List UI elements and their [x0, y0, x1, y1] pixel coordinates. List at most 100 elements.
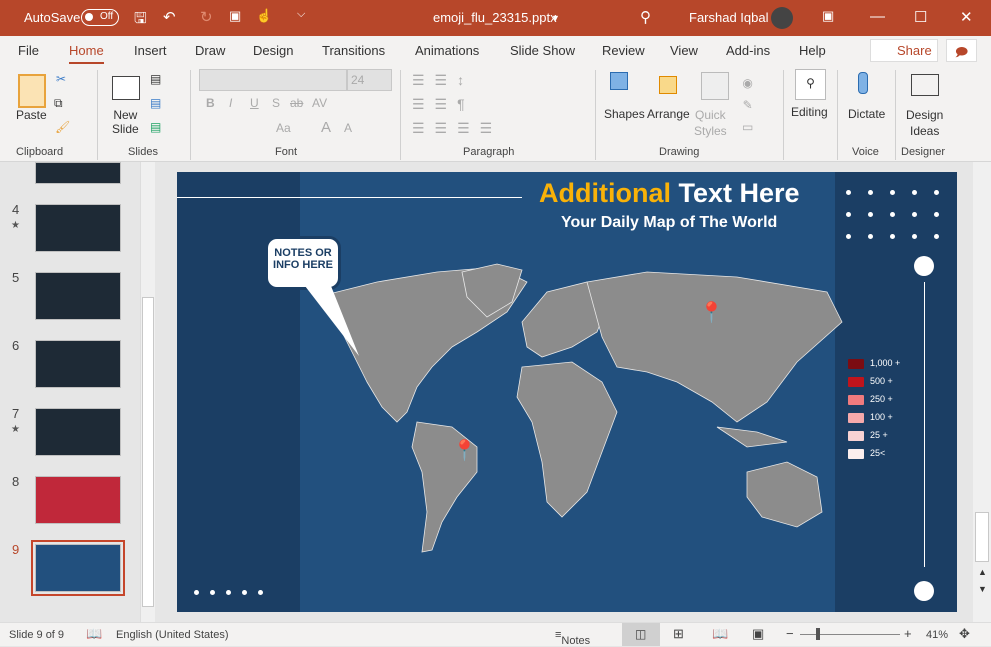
- slide-sorter-icon[interactable]: ⊞: [673, 626, 684, 642]
- zoom-slider[interactable]: [800, 634, 900, 635]
- paste-icon[interactable]: [18, 74, 46, 108]
- slide-thumbnail-9[interactable]: [31, 540, 125, 596]
- animation-star-icon: ★: [11, 220, 20, 231]
- spacing-button[interactable]: AV: [312, 96, 327, 110]
- new-slide-button[interactable]: New Slide: [112, 108, 139, 136]
- tab-view[interactable]: View: [670, 43, 698, 58]
- touch-mode-icon[interactable]: ☝: [256, 8, 272, 24]
- maximize-icon[interactable]: ☐: [914, 8, 927, 26]
- align-icons[interactable]: ☰☰☰☰: [412, 120, 502, 137]
- previous-slide-icon[interactable]: ▲: [978, 567, 987, 577]
- slide-show-icon[interactable]: ▣: [752, 626, 764, 642]
- editing-button[interactable]: Editing: [791, 105, 828, 119]
- minimize-icon[interactable]: —: [870, 8, 885, 25]
- shapes-icon[interactable]: [610, 72, 628, 90]
- tab-slide-show[interactable]: Slide Show: [510, 43, 575, 58]
- slide-number: 7: [12, 406, 20, 421]
- comments-button[interactable]: 🗩: [946, 39, 977, 62]
- tab-help[interactable]: Help: [799, 43, 826, 58]
- section-icon[interactable]: ▤: [150, 120, 161, 134]
- indent-icons[interactable]: ☰☰¶: [412, 96, 475, 113]
- italic-button[interactable]: I: [229, 96, 232, 110]
- autosave-label: AutoSave: [24, 10, 81, 25]
- dictate-button[interactable]: Dictate: [848, 107, 885, 121]
- zoom-level[interactable]: 41%: [926, 629, 948, 641]
- tab-design[interactable]: Design: [253, 43, 293, 58]
- user-name[interactable]: Farshad Iqbal: [689, 10, 769, 25]
- tab-home[interactable]: Home: [69, 43, 104, 64]
- next-slide-icon[interactable]: ▼: [978, 584, 987, 594]
- change-case-button[interactable]: Aa: [276, 121, 291, 135]
- present-icon[interactable]: ▣: [229, 8, 241, 24]
- slide-thumbnail[interactable]: [35, 162, 121, 184]
- avatar[interactable]: [771, 7, 793, 29]
- bold-button[interactable]: B: [206, 96, 215, 110]
- tab-draw[interactable]: Draw: [195, 43, 225, 58]
- shadow-button[interactable]: S: [272, 96, 280, 110]
- strikethrough-button[interactable]: ab: [290, 96, 303, 110]
- quick-styles-icon[interactable]: [701, 72, 729, 100]
- search-icon[interactable]: ⚲: [640, 8, 651, 26]
- arrange-icon[interactable]: [659, 76, 677, 94]
- tab-review[interactable]: Review: [602, 43, 645, 58]
- format-painter-icon[interactable]: 🖌: [55, 120, 70, 134]
- fit-to-window-icon[interactable]: ✥: [959, 626, 970, 642]
- shrink-font-button[interactable]: A: [344, 121, 352, 135]
- paste-button[interactable]: Paste: [16, 108, 47, 122]
- slide-thumbnail-7[interactable]: [35, 408, 121, 456]
- cut-icon[interactable]: ✂: [56, 72, 66, 86]
- font-name-field[interactable]: [199, 69, 347, 91]
- callout-bubble[interactable]: NOTES OR INFO HERE: [265, 236, 341, 290]
- close-icon[interactable]: ✕: [960, 8, 973, 26]
- tab-transitions[interactable]: Transitions: [322, 43, 385, 58]
- design-ideas-button[interactable]: Design Ideas: [906, 107, 943, 139]
- search-icon[interactable]: ⚲: [795, 69, 826, 100]
- slide-scrollbar[interactable]: ▲ ▼: [973, 162, 991, 622]
- microphone-icon[interactable]: [858, 72, 868, 94]
- redo-icon[interactable]: ↻: [200, 8, 213, 26]
- share-button[interactable]: Share: [870, 39, 938, 62]
- chevron-down-icon[interactable]: ▼: [551, 13, 560, 23]
- zoom-in-button[interactable]: +: [904, 626, 912, 641]
- copy-icon[interactable]: ⧉: [54, 96, 63, 111]
- design-ideas-icon[interactable]: [911, 74, 939, 96]
- slide-thumbnail-8[interactable]: [35, 476, 121, 524]
- quick-styles-button[interactable]: Quick Styles: [694, 107, 727, 139]
- autosave-toggle[interactable]: Off: [81, 9, 119, 26]
- layout-icon[interactable]: ▤: [150, 72, 161, 86]
- scrollbar-thumb[interactable]: [975, 512, 989, 562]
- zoom-out-button[interactable]: −: [786, 626, 794, 641]
- arrange-button[interactable]: Arrange: [647, 107, 690, 121]
- tab-add-ins[interactable]: Add-ins: [726, 43, 770, 58]
- shapes-button[interactable]: Shapes: [604, 107, 645, 121]
- language[interactable]: English (United States): [116, 629, 229, 641]
- notes-button[interactable]: ≡ Notes: [555, 629, 590, 647]
- spelling-icon[interactable]: 📖: [86, 626, 102, 642]
- tab-insert[interactable]: Insert: [134, 43, 167, 58]
- tab-file[interactable]: File: [18, 43, 39, 58]
- slide-thumbnail-5[interactable]: [35, 272, 121, 320]
- new-slide-label: New: [113, 108, 138, 122]
- underline-button[interactable]: U: [250, 96, 259, 110]
- thumbnail-scrollbar[interactable]: [140, 162, 155, 622]
- undo-icon[interactable]: ↶: [163, 8, 176, 26]
- font-size-field[interactable]: 24: [347, 69, 392, 91]
- scrollbar-thumb[interactable]: [142, 297, 154, 607]
- ribbon-display-icon[interactable]: ▣: [822, 8, 834, 24]
- legend-item: 100 +: [848, 412, 893, 423]
- grow-font-button[interactable]: A: [321, 119, 331, 136]
- slide-thumbnail-4[interactable]: [35, 204, 121, 252]
- reading-view-icon[interactable]: 📖: [712, 626, 728, 642]
- new-slide-icon[interactable]: [112, 76, 140, 100]
- list-icons[interactable]: ☰☰↕: [412, 72, 474, 89]
- customize-toolbar-icon[interactable]: ⌵: [297, 8, 305, 21]
- save-icon[interactable]: 🖫: [134, 8, 147, 33]
- zoom-slider-thumb[interactable]: [816, 628, 820, 640]
- reset-icon[interactable]: ▤: [150, 96, 161, 110]
- slide-thumbnail-6[interactable]: [35, 340, 121, 388]
- tab-animations[interactable]: Animations: [415, 43, 479, 58]
- file-name[interactable]: emoji_flu_23315.pptx: [433, 10, 557, 25]
- animation-star-icon: ★: [11, 424, 20, 435]
- shape-format-icons[interactable]: ◉ ✎ ▭: [742, 72, 753, 138]
- slide-canvas[interactable]: Additional Text Here Your Daily Map of T…: [177, 172, 957, 612]
